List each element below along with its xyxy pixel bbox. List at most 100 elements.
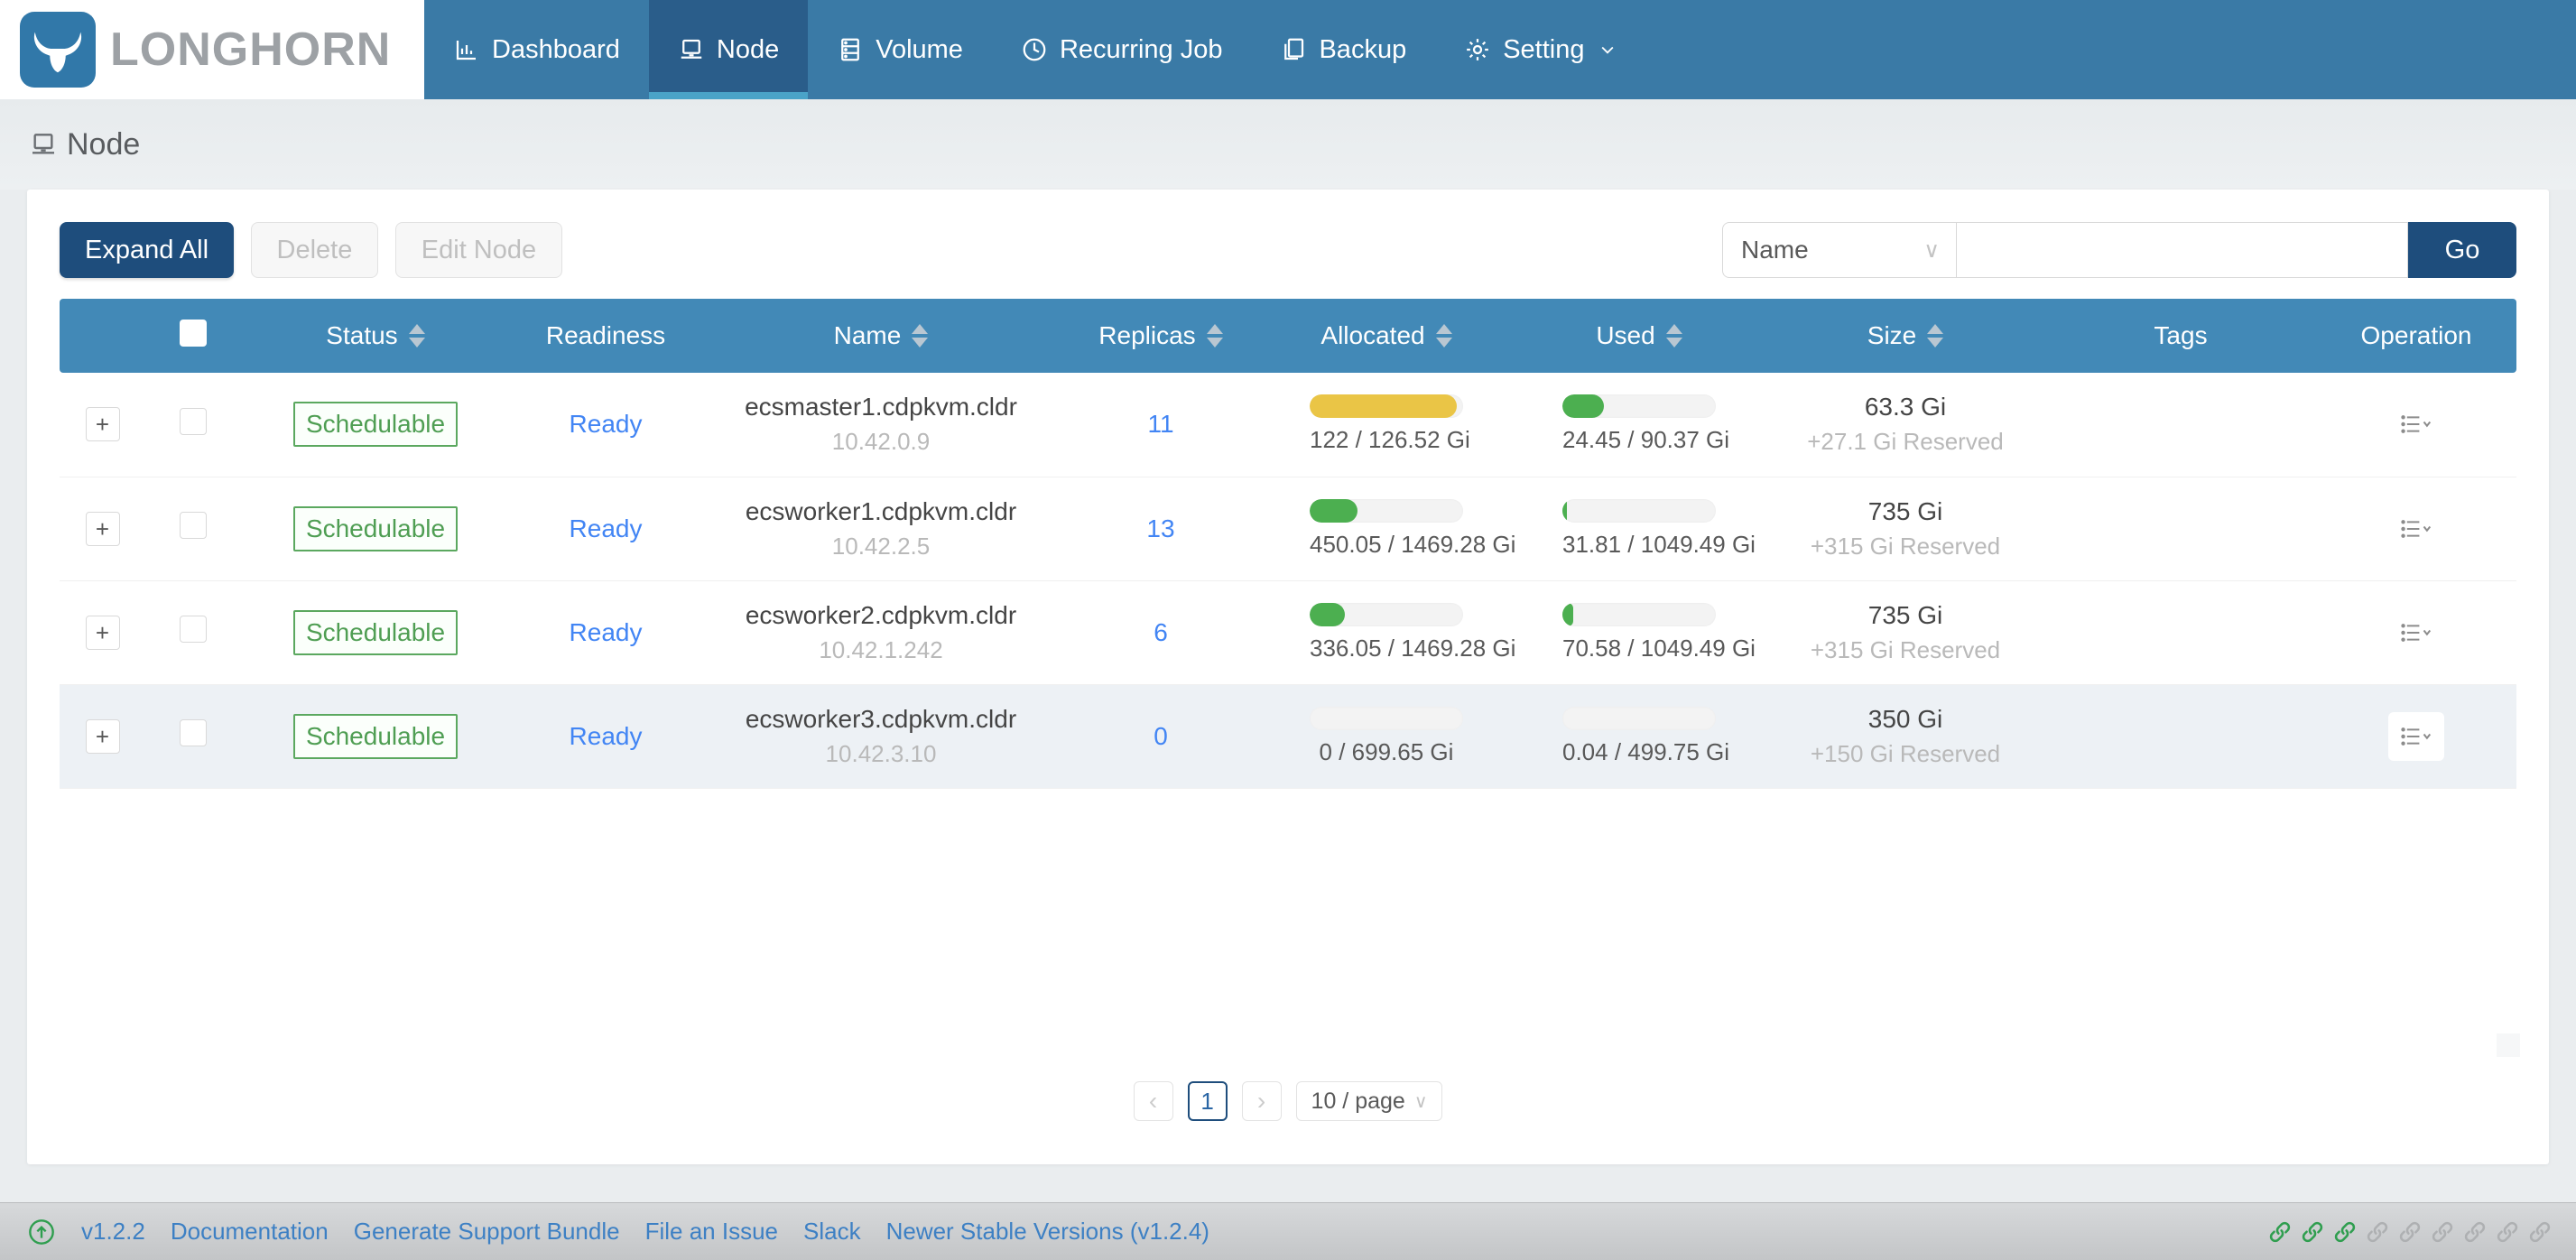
used-label: 0.04 / 499.75 Gi bbox=[1562, 737, 1730, 765]
allocated-bar bbox=[1310, 498, 1357, 523]
replicas-link[interactable]: 0 bbox=[1154, 722, 1168, 750]
operation-menu-button[interactable] bbox=[2388, 711, 2444, 761]
readiness-link[interactable]: Ready bbox=[570, 514, 643, 542]
expand-row-button[interactable]: + bbox=[85, 615, 120, 650]
col-readiness: Readiness bbox=[545, 321, 666, 349]
col-tags: Tags bbox=[2154, 321, 2208, 349]
brand: LONGHORN bbox=[0, 0, 424, 99]
link-icon[interactable] bbox=[2462, 1219, 2488, 1245]
link-icon[interactable] bbox=[2397, 1219, 2423, 1245]
allocated-bar bbox=[1310, 394, 1458, 419]
expand-row-button[interactable]: + bbox=[85, 718, 120, 754]
search-field-select[interactable]: Name ∨ bbox=[1722, 222, 1957, 278]
col-status[interactable]: Status bbox=[240, 321, 511, 350]
delete-button[interactable]: Delete bbox=[250, 222, 379, 278]
prev-page-button[interactable]: ‹ bbox=[1133, 1081, 1173, 1121]
operation-menu-button[interactable] bbox=[2388, 608, 2444, 657]
newer-versions-link[interactable]: Newer Stable Versions (v1.2.4) bbox=[886, 1218, 1209, 1246]
file-issue-link[interactable]: File an Issue bbox=[645, 1218, 778, 1246]
allocated-meter: 450.05 / 1469.28 Gi bbox=[1310, 498, 1516, 559]
main-menu: Dashboard Node Volume Recurring Job Back… bbox=[424, 0, 1645, 99]
allocated-label: 336.05 / 1469.28 Gi bbox=[1310, 634, 1516, 662]
brand-text: LONGHORN bbox=[110, 23, 392, 76]
used-meter: 31.81 / 1049.49 Gi bbox=[1562, 498, 1756, 559]
tags-cell bbox=[2045, 373, 2316, 477]
page-1-button[interactable]: 1 bbox=[1187, 1081, 1228, 1121]
col-size[interactable]: Size bbox=[1765, 321, 2045, 350]
go-button[interactable]: Go bbox=[2408, 222, 2516, 278]
readiness-link[interactable]: Ready bbox=[570, 410, 643, 438]
link-icon[interactable] bbox=[2430, 1219, 2455, 1245]
link-icon[interactable] bbox=[2527, 1219, 2553, 1245]
replicas-link[interactable]: 6 bbox=[1154, 618, 1168, 646]
version-link[interactable]: v1.2.2 bbox=[81, 1218, 145, 1246]
nav-backup[interactable]: Backup bbox=[1251, 0, 1435, 99]
expand-row-button[interactable]: + bbox=[85, 407, 120, 442]
link-icon[interactable] bbox=[2365, 1219, 2390, 1245]
expand-all-button[interactable]: Expand All bbox=[60, 222, 235, 278]
operation-list-icon bbox=[2401, 519, 2432, 538]
nav-volume[interactable]: Volume bbox=[808, 0, 992, 99]
sort-icon bbox=[1435, 324, 1452, 347]
chevron-down-icon: ∨ bbox=[1413, 1091, 1428, 1112]
recurring-job-icon bbox=[1023, 38, 1046, 61]
toolbar: Expand All Delete Edit Node Name ∨ Go bbox=[60, 222, 2516, 278]
readiness-link[interactable]: Ready bbox=[570, 722, 643, 750]
operation-menu-button[interactable] bbox=[2388, 505, 2444, 553]
used-bar bbox=[1562, 602, 1573, 626]
node-reserved: +315 Gi Reserved bbox=[1810, 635, 2001, 663]
pagination: ‹ 1 › 10 / page ∨ bbox=[27, 1081, 2549, 1121]
longhorn-app: LONGHORN Dashboard Node Volume Recurring… bbox=[0, 0, 2576, 1260]
nav-recurring-job[interactable]: Recurring Job bbox=[992, 0, 1252, 99]
backup-icon bbox=[1284, 38, 1304, 60]
node-card: Expand All Delete Edit Node Name ∨ Go St… bbox=[27, 190, 2549, 1164]
endpoint-link-icons bbox=[2267, 1219, 2553, 1245]
row-checkbox[interactable] bbox=[179, 512, 207, 539]
col-replicas[interactable]: Replicas bbox=[1061, 321, 1260, 350]
node-reserved: +315 Gi Reserved bbox=[1810, 532, 2001, 560]
page-size-select[interactable]: 10 / page ∨ bbox=[1295, 1081, 1443, 1121]
allocated-label: 450.05 / 1469.28 Gi bbox=[1310, 530, 1516, 558]
sort-icon bbox=[1665, 324, 1682, 347]
link-icon[interactable] bbox=[2267, 1219, 2293, 1245]
slack-link[interactable]: Slack bbox=[803, 1218, 861, 1246]
row-checkbox[interactable] bbox=[179, 407, 207, 435]
chevron-down-icon bbox=[1601, 46, 1613, 54]
link-icon[interactable] bbox=[2300, 1219, 2325, 1245]
link-icon[interactable] bbox=[2495, 1219, 2520, 1245]
node-name: ecsworker3.cdpkvm.cldr bbox=[745, 704, 1017, 733]
node-name: ecsmaster1.cdpkvm.cldr bbox=[745, 393, 1017, 422]
nav-node[interactable]: Node bbox=[648, 0, 809, 99]
replicas-link[interactable]: 13 bbox=[1146, 514, 1174, 542]
operation-menu-button[interactable] bbox=[2388, 400, 2444, 449]
next-page-button[interactable]: › bbox=[1241, 1081, 1282, 1121]
nav-setting[interactable]: Setting bbox=[1435, 0, 1645, 99]
node-reserved: +27.1 Gi Reserved bbox=[1807, 428, 2004, 456]
table-header-row: Status Readiness Name Replicas Allocated… bbox=[60, 299, 2516, 373]
link-icon[interactable] bbox=[2332, 1219, 2358, 1245]
chevron-down-icon: ∨ bbox=[1923, 237, 1940, 263]
col-operation: Operation bbox=[2360, 321, 2472, 349]
edit-node-button[interactable]: Edit Node bbox=[394, 222, 563, 278]
node-name: ecsworker1.cdpkvm.cldr bbox=[745, 496, 1017, 525]
col-used[interactable]: Used bbox=[1513, 321, 1765, 350]
row-checkbox[interactable] bbox=[179, 719, 207, 746]
tags-cell bbox=[2045, 580, 2316, 685]
expand-row-button[interactable]: + bbox=[85, 511, 120, 546]
node-ip: 10.42.1.242 bbox=[819, 635, 943, 663]
documentation-link[interactable]: Documentation bbox=[171, 1218, 329, 1246]
table-row: + Schedulable Ready ecsworker3.cdpkvm.cl… bbox=[60, 684, 2516, 789]
support-bundle-link[interactable]: Generate Support Bundle bbox=[354, 1218, 620, 1246]
col-allocated[interactable]: Allocated bbox=[1260, 321, 1513, 350]
select-all-checkbox[interactable] bbox=[179, 319, 207, 347]
search-input[interactable] bbox=[1957, 222, 2408, 278]
replicas-link[interactable]: 11 bbox=[1147, 410, 1173, 438]
readiness-link[interactable]: Ready bbox=[570, 618, 643, 646]
used-meter: 0.04 / 499.75 Gi bbox=[1562, 706, 1730, 766]
col-name[interactable]: Name bbox=[700, 321, 1061, 350]
nav-dashboard[interactable]: Dashboard bbox=[424, 0, 649, 99]
corner-square bbox=[2497, 1033, 2520, 1057]
row-checkbox[interactable] bbox=[179, 616, 207, 643]
operation-list-icon bbox=[2401, 623, 2432, 642]
allocated-label: 0 / 699.65 Gi bbox=[1319, 737, 1454, 765]
